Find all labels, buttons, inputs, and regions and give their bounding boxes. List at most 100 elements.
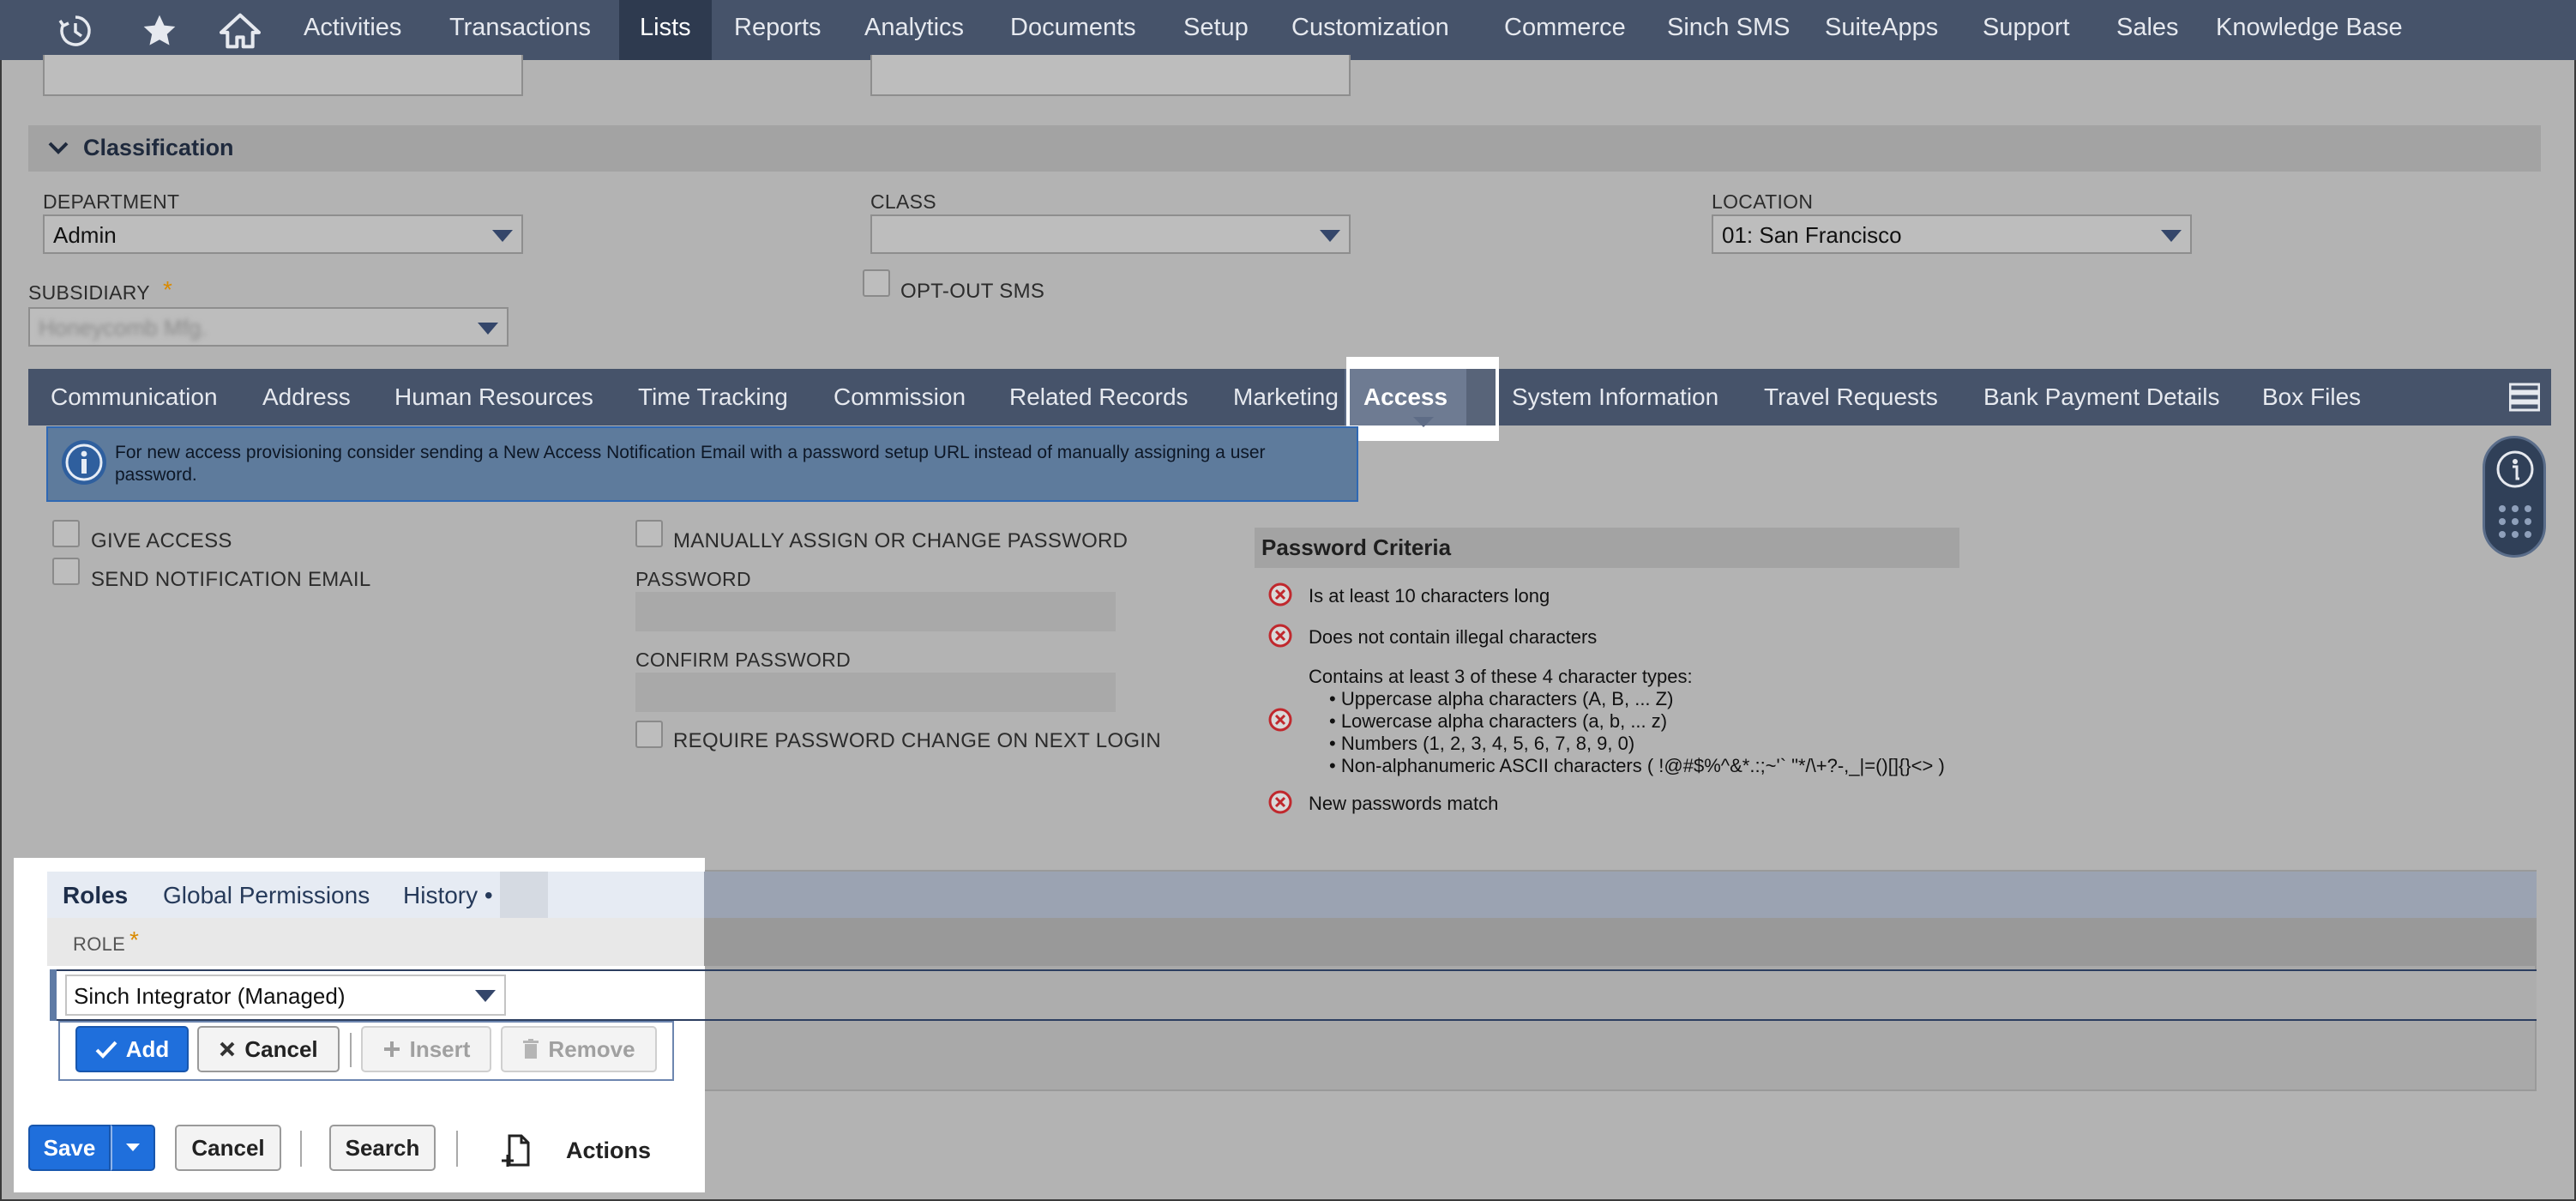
subtab-related-records[interactable]: Related Records (1009, 369, 1189, 425)
require-change-checkbox[interactable] (635, 721, 663, 748)
subtab-travel-requests[interactable]: Travel Requests (1764, 369, 1938, 425)
role-select[interactable]: Sinch Integrator (Managed) (65, 975, 506, 1016)
optout-sms-label: OPT-OUT SMS (900, 280, 1045, 303)
access-notice-text: For new access provisioning consider sen… (115, 443, 1266, 485)
dropdown-caret-icon (2161, 230, 2182, 242)
tab-roles[interactable]: Roles (63, 882, 128, 909)
plus-icon (383, 1041, 400, 1057)
check-icon (95, 1041, 117, 1059)
cancel-button[interactable]: Cancel (175, 1125, 281, 1171)
subtab-time-tracking[interactable]: Time Tracking (638, 369, 788, 425)
location-label: LOCATION (1712, 190, 1814, 213)
location-select[interactable]: 01: San Francisco (1712, 214, 2192, 254)
location-value: 01: San Francisco (1722, 222, 1902, 248)
remove-line-button[interactable]: Remove (501, 1026, 657, 1072)
password-criteria-title: Password Criteria (1261, 534, 1452, 560)
nav-transactions[interactable]: Transactions (449, 0, 591, 60)
nav-lists[interactable]: Lists (619, 0, 712, 60)
tab-history[interactable]: History • (403, 882, 493, 909)
confirm-password-input[interactable] (635, 673, 1116, 712)
role-required-mark: * (129, 926, 140, 953)
home-icon[interactable] (216, 7, 264, 55)
criteria-types-intro: Contains at least 3 of these 4 character… (1309, 666, 1693, 687)
help-widget[interactable] (2483, 436, 2546, 558)
nav-support[interactable]: Support (1983, 0, 2070, 60)
subtab-commission[interactable]: Commission (834, 369, 966, 425)
department-value: Admin (53, 222, 117, 248)
subtab-bank-payment-details[interactable]: Bank Payment Details (1983, 369, 2219, 425)
insert-line-label: Insert (409, 1035, 471, 1062)
info-icon[interactable] (2495, 449, 2536, 490)
password-input[interactable] (635, 592, 1116, 631)
error-x-icon (1268, 790, 1292, 814)
search-button[interactable]: Search (329, 1125, 436, 1171)
send-notification-checkbox[interactable] (52, 558, 80, 585)
role-column-header: ROLE * (47, 918, 2537, 966)
criteria-numbers: • Numbers (1, 2, 3, 4, 5, 6, 7, 8, 9, 0) (1329, 733, 1635, 754)
tab-global-permissions[interactable]: Global Permissions (163, 882, 370, 909)
class-select[interactable] (870, 214, 1351, 254)
nav-customization[interactable]: Customization (1291, 0, 1449, 60)
manually-assign-label: MANUALLY ASSIGN OR CHANGE PASSWORD (673, 529, 1129, 552)
classification-header[interactable]: Classification (28, 125, 2541, 172)
nav-setup[interactable]: Setup (1183, 0, 1249, 60)
subtab-address[interactable]: Address (262, 369, 351, 425)
criteria-passwords-match: New passwords match (1309, 793, 1499, 814)
confirm-password-label: CONFIRM PASSWORD (635, 649, 851, 671)
button-separator (350, 1033, 352, 1067)
subtab-human-resources[interactable]: Human Resources (394, 369, 593, 425)
nav-sinch-sms[interactable]: Sinch SMS (1667, 0, 1790, 60)
dropdown-caret-icon (492, 230, 513, 242)
add-line-label: Add (125, 1035, 170, 1062)
dropdown-caret-icon (475, 990, 496, 1002)
insert-line-button[interactable]: Insert (361, 1026, 491, 1072)
upper-field-right[interactable] (870, 55, 1351, 96)
recent-icon[interactable] (51, 7, 99, 55)
nav-commerce[interactable]: Commerce (1504, 0, 1626, 60)
x-icon (220, 1041, 235, 1057)
nav-documents[interactable]: Documents (1010, 0, 1136, 60)
department-select[interactable]: Admin (43, 214, 523, 254)
grid-dots-icon[interactable] (2497, 504, 2533, 540)
role-row-marker (50, 969, 57, 1021)
save-button[interactable]: Save (28, 1125, 111, 1171)
nav-reports[interactable]: Reports (734, 0, 822, 60)
subsidiary-value: Honeycomb Mfg. (39, 315, 208, 341)
subtab-box-files[interactable]: Box Files (2262, 369, 2361, 425)
chevron-down-icon (48, 142, 69, 154)
info-circle-icon (62, 440, 106, 485)
role-header-highlight (47, 918, 704, 966)
password-label: PASSWORD (635, 568, 751, 590)
save-options-button[interactable] (111, 1125, 155, 1171)
record-subtabs: Communication Address Human Resources Ti… (28, 369, 2551, 425)
add-line-button[interactable]: Add (75, 1026, 189, 1072)
optout-sms-checkbox[interactable] (863, 269, 890, 297)
cancel-line-label: Cancel (244, 1035, 318, 1062)
criteria-uppercase: • Uppercase alpha characters (A, B, ... … (1329, 688, 1674, 709)
actions-icon[interactable] (501, 1132, 535, 1170)
subsidiary-select[interactable]: Honeycomb Mfg. (28, 307, 509, 347)
manually-assign-checkbox[interactable] (635, 520, 663, 547)
subtab-system-information[interactable]: System Information (1512, 369, 1718, 425)
dropdown-caret-icon (1320, 230, 1340, 242)
nav-knowledge-base[interactable]: Knowledge Base (2216, 0, 2403, 60)
roles-tabs-highlight (47, 872, 704, 918)
cancel-line-button[interactable]: Cancel (197, 1026, 340, 1072)
star-icon[interactable] (135, 7, 184, 55)
upper-field-left[interactable] (43, 55, 523, 96)
nav-analytics[interactable]: Analytics (864, 0, 964, 60)
subtab-marketing[interactable]: Marketing (1233, 369, 1339, 425)
save-label: Save (43, 1134, 96, 1161)
layout-menu-icon[interactable] (2509, 383, 2540, 412)
nav-activities[interactable]: Activities (304, 0, 401, 60)
nav-suiteapps[interactable]: SuiteApps (1825, 0, 1938, 60)
role-value: Sinch Integrator (Managed) (74, 983, 346, 1009)
actions-menu[interactable]: Actions (566, 1138, 651, 1164)
criteria-lowercase: • Lowercase alpha characters (a, b, ... … (1329, 710, 1668, 732)
search-label: Search (345, 1134, 420, 1161)
criteria-non-alphanumeric: • Non-alphanumeric ASCII characters ( !@… (1329, 755, 1945, 776)
class-label: CLASS (870, 190, 936, 213)
nav-sales[interactable]: Sales (2116, 0, 2179, 60)
subtab-communication[interactable]: Communication (51, 369, 218, 425)
give-access-checkbox[interactable] (52, 520, 80, 547)
